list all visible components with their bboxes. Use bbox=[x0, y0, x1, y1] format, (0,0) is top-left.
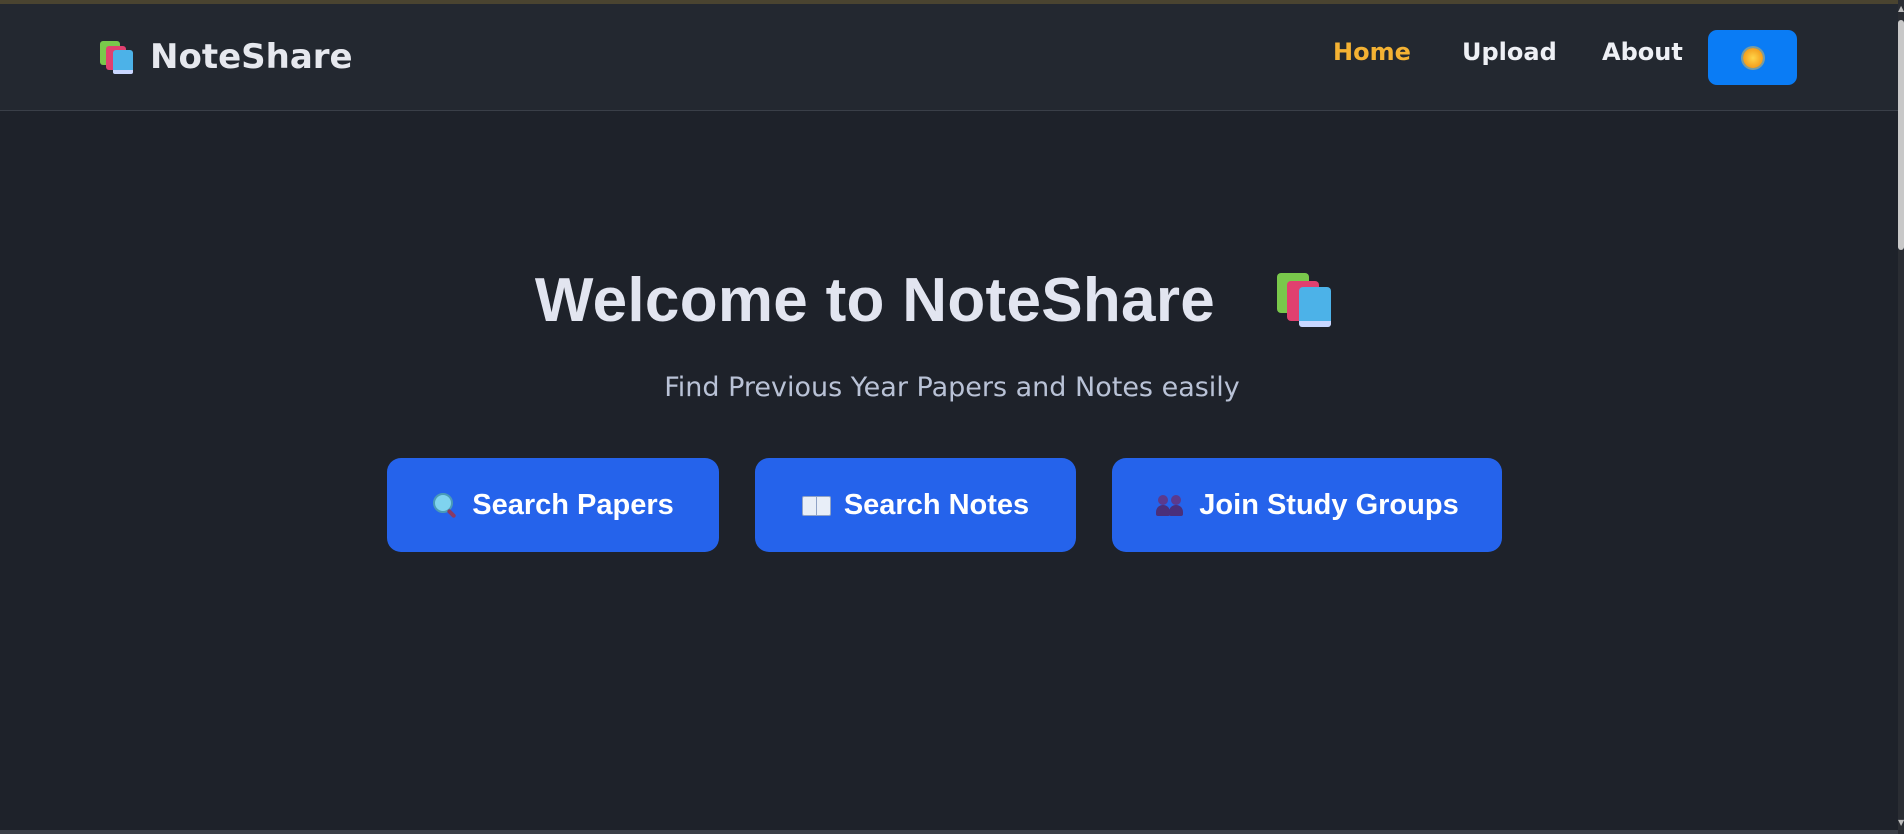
nav-link-upload[interactable]: Upload bbox=[1462, 38, 1557, 66]
window-bottom-border bbox=[0, 830, 1898, 834]
people-icon bbox=[1155, 493, 1185, 517]
magnifier-icon bbox=[432, 492, 458, 519]
scrollbar-thumb[interactable] bbox=[1898, 20, 1904, 250]
page-subtitle: Find Previous Year Papers and Notes easi… bbox=[664, 372, 1240, 403]
books-icon bbox=[98, 39, 136, 75]
brand-name: NoteShare bbox=[150, 37, 353, 77]
search-papers-label: Search Papers bbox=[472, 488, 674, 521]
open-book-icon bbox=[801, 494, 831, 516]
search-notes-button[interactable]: Search Notes bbox=[755, 458, 1076, 552]
page-title: Welcome to NoteShare bbox=[0, 265, 1904, 336]
sun-icon bbox=[1743, 48, 1763, 68]
scroll-up-arrow-icon[interactable]: ▲ bbox=[1898, 4, 1904, 14]
search-papers-button[interactable]: Search Papers bbox=[387, 458, 719, 552]
search-notes-label: Search Notes bbox=[843, 488, 1030, 521]
scroll-down-arrow-icon[interactable]: ▼ bbox=[1898, 818, 1904, 828]
brand-logo-link[interactable]: NoteShare bbox=[98, 37, 353, 77]
page-title-text: Welcome to NoteShare bbox=[534, 266, 1216, 335]
nav-link-about[interactable]: About bbox=[1602, 38, 1683, 66]
top-navbar: NoteShare Home Upload About bbox=[0, 4, 1898, 111]
join-study-groups-label: Join Study Groups bbox=[1199, 488, 1459, 521]
books-icon bbox=[1275, 271, 1337, 329]
theme-toggle-button[interactable] bbox=[1708, 30, 1797, 85]
join-study-groups-button[interactable]: Join Study Groups bbox=[1112, 458, 1502, 552]
nav-link-home[interactable]: Home bbox=[1333, 38, 1411, 66]
